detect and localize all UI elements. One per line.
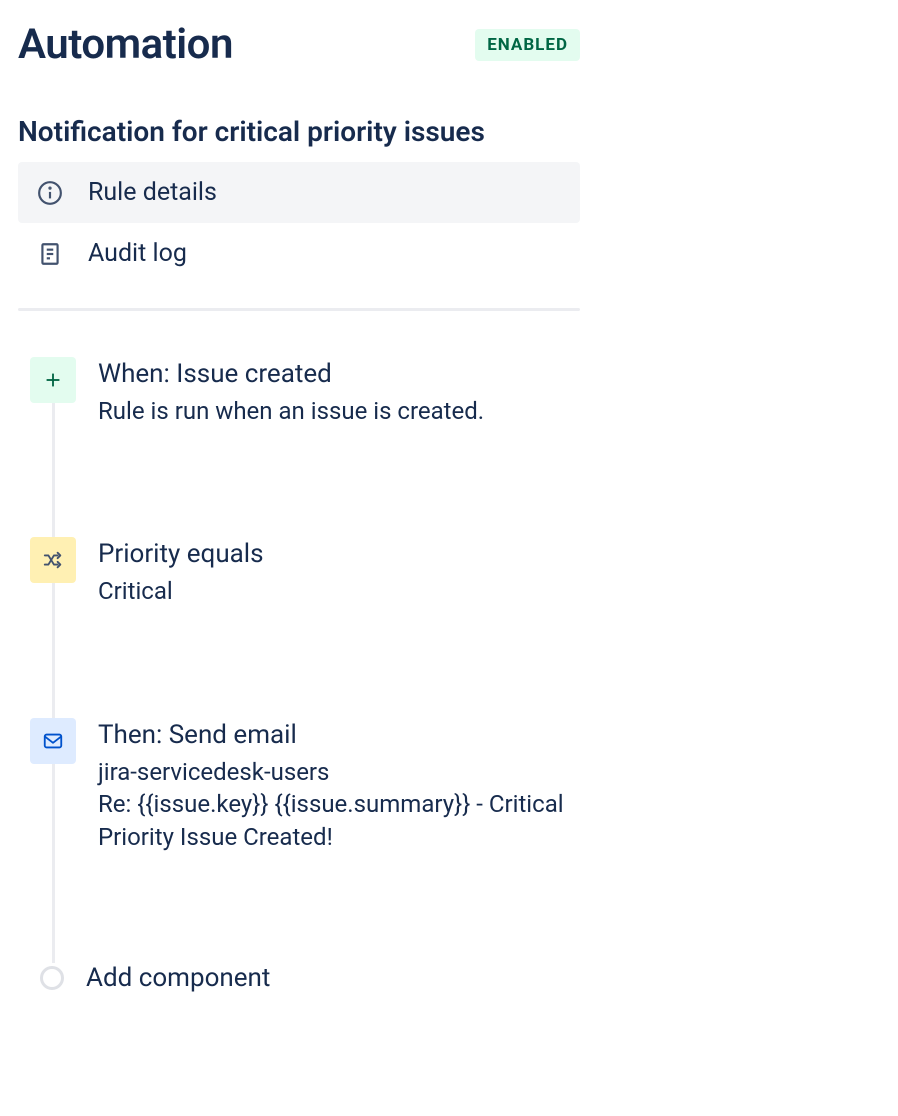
step-condition[interactable]: Priority equals Critical bbox=[30, 537, 580, 607]
step-action-desc: jira-servicedesk-usersRe: {{issue.key}} … bbox=[98, 756, 580, 853]
step-trigger-title: When: Issue created bbox=[98, 359, 580, 389]
rule-timeline: When: Issue created Rule is run when an … bbox=[18, 357, 580, 993]
nav-rule-details[interactable]: Rule details bbox=[18, 162, 580, 223]
step-trigger[interactable]: When: Issue created Rule is run when an … bbox=[30, 357, 580, 427]
nav-audit-log[interactable]: Audit log bbox=[18, 223, 580, 284]
shuffle-icon bbox=[30, 537, 76, 583]
add-component-label: Add component bbox=[86, 963, 270, 993]
step-condition-desc: Critical bbox=[98, 575, 580, 607]
step-action-title: Then: Send email bbox=[98, 720, 580, 750]
step-condition-title: Priority equals bbox=[98, 539, 580, 569]
divider bbox=[18, 308, 580, 311]
mail-icon bbox=[30, 718, 76, 764]
page-title: Automation bbox=[18, 20, 233, 69]
rule-name: Notification for critical priority issue… bbox=[18, 115, 580, 148]
step-trigger-desc: Rule is run when an issue is created. bbox=[98, 395, 580, 427]
add-circle-icon bbox=[40, 966, 64, 990]
nav-rule-details-label: Rule details bbox=[88, 178, 217, 207]
rule-nav: Rule details Audit log bbox=[18, 162, 580, 284]
step-action[interactable]: Then: Send email jira-servicedesk-usersR… bbox=[30, 718, 580, 853]
add-component[interactable]: Add component bbox=[30, 963, 580, 993]
plus-icon bbox=[30, 357, 76, 403]
nav-audit-log-label: Audit log bbox=[88, 239, 187, 268]
timeline-connector bbox=[52, 381, 55, 963]
status-badge: ENABLED bbox=[475, 29, 580, 61]
log-icon bbox=[36, 240, 64, 268]
info-icon bbox=[36, 179, 64, 207]
